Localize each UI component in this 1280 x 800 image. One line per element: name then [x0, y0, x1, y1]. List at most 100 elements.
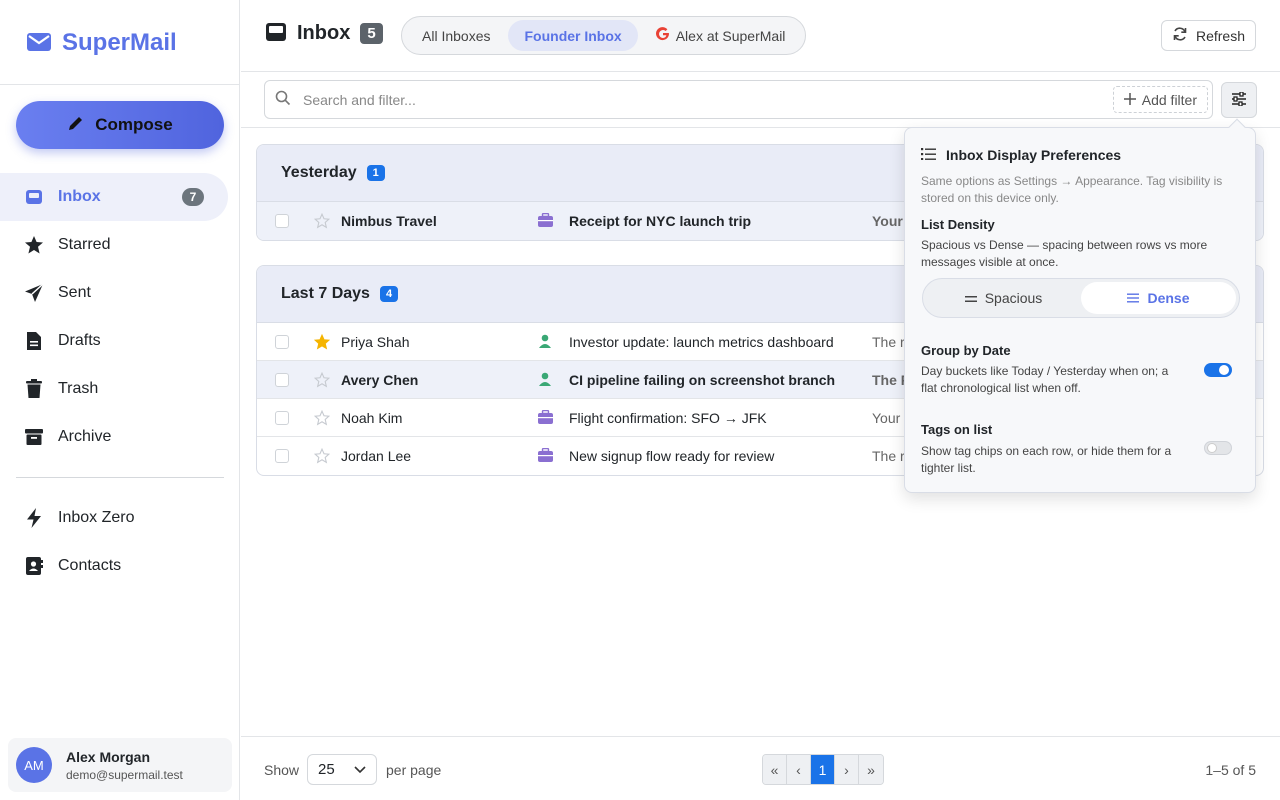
inbox-count-badge: 7 — [182, 188, 204, 206]
pencil-icon — [67, 114, 85, 137]
search-placeholder: Search and filter... — [303, 91, 416, 108]
popover-title-text: Inbox Display Preferences — [946, 147, 1122, 163]
compose-button[interactable]: Compose — [16, 101, 224, 149]
group-by-date-description: Day buckets like Today / Yesterday when … — [921, 364, 1169, 395]
prev-page-button[interactable]: ‹ — [787, 755, 811, 784]
last-page-button[interactable]: » — [859, 755, 883, 784]
row-subject: Flight confirmation: SFO → JFK — [569, 410, 767, 426]
sidebar-item-contacts[interactable]: Contacts — [0, 542, 240, 590]
sidebar-item-inbox[interactable]: Inbox 7 — [0, 173, 228, 221]
density-option-dense[interactable]: Dense — [1081, 282, 1236, 314]
sidebar-item-label: Contacts — [58, 557, 122, 574]
density-segmented-control: Spacious Dense — [922, 278, 1240, 318]
group-title: Last 7 Days — [281, 285, 370, 302]
inbox-icon — [265, 22, 287, 45]
compose-label: Compose — [95, 115, 173, 134]
brand[interactable]: SuperMail — [26, 28, 177, 58]
show-label: Show — [264, 762, 300, 778]
brand-name: SuperMail — [62, 29, 177, 56]
menu-icon — [1127, 290, 1140, 306]
equals-icon — [964, 290, 977, 306]
toggle-knob — [1207, 443, 1217, 453]
sidebar-item-label: Trash — [58, 380, 99, 397]
row-checkbox[interactable] — [275, 335, 289, 349]
sidebar-item-label: Inbox Zero — [58, 509, 135, 526]
sidebar-item-archive[interactable]: Archive — [0, 413, 240, 461]
chevron-down-icon — [354, 761, 366, 778]
star-icon[interactable] — [313, 212, 331, 232]
star-icon — [24, 235, 44, 255]
density-title: List Density — [921, 217, 995, 232]
row-checkbox[interactable] — [275, 449, 289, 463]
pagination-footer: Show 25 per page « ‹ 1 › » 1–5 of 5 — [241, 736, 1280, 800]
density-option-spacious[interactable]: Spacious — [926, 282, 1081, 314]
avatar: AM — [16, 747, 52, 783]
search-icon — [275, 90, 291, 109]
sidebar-item-trash[interactable]: Trash — [0, 365, 240, 413]
row-checkbox[interactable] — [275, 373, 289, 387]
trash-icon — [24, 379, 44, 399]
bolt-icon — [24, 508, 44, 528]
contacts-icon — [24, 556, 44, 576]
page-title-text: Inbox — [297, 22, 351, 44]
sliders-icon — [1231, 90, 1247, 109]
sidebar-item-label: Starred — [58, 236, 111, 253]
plus-icon — [1123, 92, 1136, 108]
popover-title: Inbox Display Preferences — [921, 147, 1121, 163]
group-by-date-toggle[interactable] — [1204, 363, 1232, 377]
row-subject: CI pipeline failing on screenshot branch — [569, 372, 836, 388]
user-email: demo@supermail.test — [66, 767, 183, 782]
display-preferences-popover: Inbox Display Preferences Same options a… — [904, 127, 1256, 493]
tab-all-inboxes[interactable]: All Inboxes — [406, 20, 506, 51]
add-filter-button[interactable]: Add filter — [1112, 86, 1208, 113]
display-preferences-button[interactable] — [1221, 82, 1257, 118]
group-count-badge: 1 — [366, 165, 385, 181]
result-range: 1–5 of 5 — [1205, 762, 1256, 778]
search-row: Search and filter... Add filter — [241, 72, 1280, 128]
inbox-icon — [24, 187, 44, 207]
row-preview: The r — [872, 448, 905, 464]
sidebar-item-starred[interactable]: Starred — [0, 221, 240, 269]
row-checkbox[interactable] — [275, 411, 289, 425]
group-count-badge: 4 — [379, 286, 399, 302]
next-page-button[interactable]: › — [835, 755, 859, 784]
tab-alex-at-supermail[interactable]: Alex at SuperMail — [640, 20, 802, 51]
row-preview: Your — [872, 410, 901, 426]
star-icon[interactable] — [313, 371, 331, 391]
row-sender: Jordan Lee — [341, 448, 412, 464]
star-icon[interactable] — [313, 447, 331, 467]
sidebar-item-inbox-zero[interactable]: Inbox Zero — [0, 494, 240, 542]
google-icon — [655, 27, 670, 44]
first-page-button[interactable]: « — [763, 755, 787, 784]
per-page-value: 25 — [318, 761, 335, 778]
density-description: Spacious vs Dense — spacing between rows… — [921, 238, 1208, 269]
row-sender: Nimbus Travel — [341, 213, 437, 229]
briefcase-icon — [538, 212, 553, 230]
star-icon[interactable] — [313, 333, 331, 353]
tab-founder-inbox[interactable]: Founder Inbox — [508, 20, 638, 51]
density-option-label: Spacious — [984, 290, 1043, 306]
nav-secondary-list: Inbox Zero Contacts — [0, 494, 240, 590]
sidebar-item-label: Sent — [58, 284, 91, 301]
tags-on-list-toggle[interactable] — [1204, 441, 1232, 455]
pagination: « ‹ 1 › » — [762, 754, 884, 785]
refresh-button[interactable]: Refresh — [1160, 20, 1256, 51]
add-filter-label: Add filter — [1141, 91, 1197, 108]
header: Inbox 5 All Inboxes Founder Inbox Alex a… — [241, 0, 1280, 72]
per-page-select[interactable]: 25 — [307, 754, 377, 785]
sidebar-item-drafts[interactable]: Drafts — [0, 317, 240, 365]
tab-label: All Inboxes — [422, 27, 491, 44]
popover-description: Same options as Settings → Appearance. T… — [921, 174, 1223, 205]
search-input[interactable]: Search and filter... Add filter — [264, 80, 1213, 119]
toggle-knob — [1219, 365, 1229, 375]
star-icon[interactable] — [313, 409, 331, 429]
row-preview: The r — [872, 334, 905, 350]
mail-icon — [26, 32, 52, 55]
row-checkbox[interactable] — [275, 214, 289, 228]
row-preview: Your — [872, 213, 903, 229]
sidebar-item-sent[interactable]: Sent — [0, 269, 240, 317]
row-sender: Avery Chen — [341, 372, 419, 388]
page-1-button[interactable]: 1 — [811, 755, 835, 784]
divider — [0, 84, 240, 85]
user-card[interactable]: AM Alex Morgan demo@supermail.test — [8, 738, 232, 792]
